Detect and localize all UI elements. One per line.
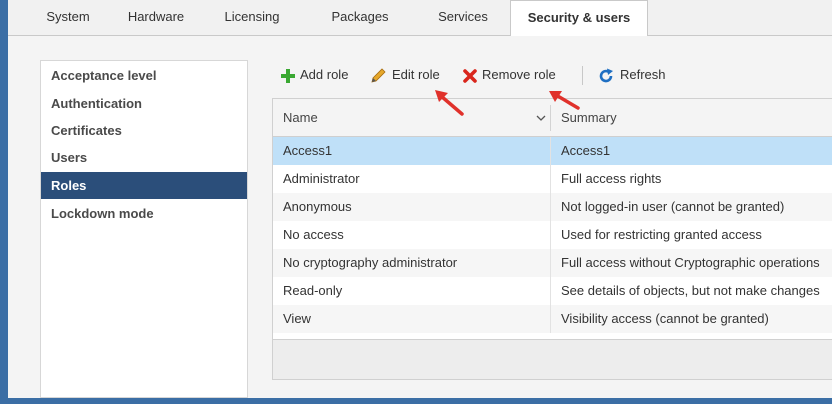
table-row[interactable]: Anonymous Not logged-in user (cannot be …: [273, 193, 832, 221]
plus-icon: [281, 69, 295, 83]
table-row[interactable]: No access Used for restricting granted a…: [273, 221, 832, 249]
annotation-arrow-icon: [549, 91, 580, 110]
sidebar-item-acceptance-level[interactable]: Acceptance level: [41, 62, 247, 89]
column-header-summary[interactable]: Summary: [561, 99, 821, 136]
annotation-arrow-icon: [435, 90, 464, 116]
toolbar-separator: [582, 66, 583, 85]
role-name: Read-only: [283, 283, 343, 298]
sidebar-item-lockdown-mode[interactable]: Lockdown mode: [41, 200, 247, 227]
cell-divider: [550, 193, 551, 221]
role-summary: Access1: [561, 143, 611, 158]
window-frame-left: [0, 0, 8, 404]
chevron-down-icon[interactable]: [536, 113, 546, 123]
roles-grid: Name Summary Access1 Access1 Administrat…: [272, 98, 832, 380]
role-summary: Not logged-in user (cannot be granted): [561, 199, 785, 214]
tab-licensing[interactable]: Licensing: [216, 0, 288, 35]
cell-divider: [550, 221, 551, 249]
table-row[interactable]: Access1 Access1: [273, 137, 832, 165]
tab-system[interactable]: System: [40, 0, 96, 35]
window-frame-bottom: [0, 398, 832, 404]
sidebar-item-users[interactable]: Users: [41, 144, 247, 171]
role-name: No access: [283, 227, 344, 242]
sidebar-item-authentication[interactable]: Authentication: [41, 90, 247, 117]
tab-packages[interactable]: Packages: [320, 0, 400, 35]
column-header-name[interactable]: Name: [283, 99, 523, 136]
table-row[interactable]: Administrator Full access rights: [273, 165, 832, 193]
role-summary: Full access without Cryptographic operat…: [561, 255, 820, 270]
remove-role-label: Remove role: [482, 67, 556, 82]
cell-divider: [550, 277, 551, 305]
sidebar-item-roles[interactable]: Roles: [41, 172, 247, 199]
cell-divider: [550, 137, 551, 165]
tab-bar: System Hardware Licensing Packages Servi…: [8, 0, 832, 36]
remove-x-icon: [463, 69, 477, 83]
table-row[interactable]: No cryptography administrator Full acces…: [273, 249, 832, 277]
role-summary: Full access rights: [561, 171, 662, 186]
table-row[interactable]: View Visibility access (cannot be grante…: [273, 305, 832, 333]
refresh-label: Refresh: [620, 67, 666, 82]
remove-role-button[interactable]: Remove role: [462, 64, 570, 86]
refresh-icon: [599, 68, 613, 83]
grid-footer: [273, 339, 832, 379]
tab-services[interactable]: Services: [424, 0, 502, 35]
pencil-icon: [371, 68, 386, 83]
table-row[interactable]: Read-only See details of objects, but no…: [273, 277, 832, 305]
role-name: No cryptography administrator: [283, 255, 458, 270]
role-name: Access1: [283, 143, 333, 158]
role-name: Anonymous: [283, 199, 352, 214]
role-summary: Visibility access (cannot be granted): [561, 311, 769, 326]
add-role-button[interactable]: Add role: [280, 64, 356, 86]
sidebar: Acceptance level Authentication Certific…: [40, 60, 248, 398]
edit-role-button[interactable]: Edit role: [370, 64, 448, 86]
add-role-label: Add role: [300, 67, 349, 82]
role-summary: See details of objects, but not make cha…: [561, 283, 820, 298]
cell-divider: [550, 305, 551, 333]
role-summary: Used for restricting granted access: [561, 227, 762, 242]
refresh-button[interactable]: Refresh: [598, 64, 672, 86]
sidebar-item-certificates[interactable]: Certificates: [41, 117, 247, 144]
cell-divider: [550, 165, 551, 193]
cell-divider: [550, 249, 551, 277]
role-name: View: [283, 311, 311, 326]
edit-role-label: Edit role: [392, 67, 440, 82]
tab-security-users[interactable]: Security & users: [510, 0, 648, 36]
role-name: Administrator: [283, 171, 360, 186]
tab-hardware[interactable]: Hardware: [116, 0, 196, 35]
